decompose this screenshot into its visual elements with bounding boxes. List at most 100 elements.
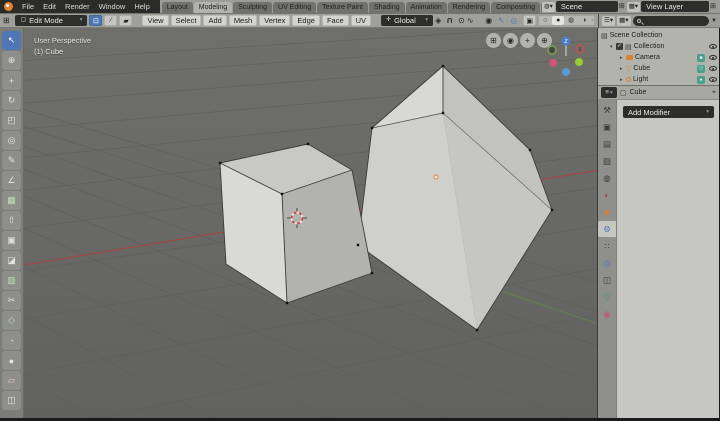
tab-material[interactable]: ◉ [598,306,616,322]
blender-logo-icon[interactable] [4,2,13,11]
tab-tool[interactable]: ⚒ [598,102,616,118]
tab-object[interactable]: ■ [598,204,616,220]
tool-annotate[interactable]: ✎ [2,151,21,170]
outliner-row-cube[interactable]: ▸ ▽ Cube ▽ [601,63,717,74]
pan-hand-icon[interactable]: + [520,33,535,48]
tab-compositing[interactable]: Compositing [491,2,540,13]
menu-add[interactable]: Add [203,15,226,26]
tool-rotate[interactable]: ↻ [2,91,21,110]
eye-icon[interactable] [709,77,717,82]
menu-edit[interactable]: Edit [39,0,60,13]
menu-uv[interactable]: UV [351,15,371,26]
tool-cursor[interactable]: ⊕ [2,51,21,70]
disclosure-icon[interactable]: ▸ [620,66,624,72]
tool-transform[interactable]: ◎ [2,131,21,150]
select-mode-edge-button[interactable]: ∕ [104,15,117,26]
menu-face[interactable]: Face [322,15,349,26]
tab-layout[interactable]: Layout [162,2,193,13]
tool-smooth[interactable]: ● [2,351,21,370]
tab-particles[interactable]: ∷ [598,238,616,254]
tab-modifiers[interactable]: ⚙ [598,221,616,237]
shading-dropdown-icon[interactable]: ▾ [591,18,594,24]
show-overlays-icon[interactable]: ◎▾ [510,16,521,25]
tool-shear[interactable]: ▱ [2,371,21,390]
tool-move[interactable]: + [2,71,21,90]
scene-selector[interactable]: Scene [556,1,618,12]
shading-wireframe-icon[interactable]: ○ [539,16,551,25]
tab-object-data[interactable]: ▽ [598,289,616,305]
properties-editor-type-icon[interactable]: ≡▾ [601,87,617,98]
eye-icon[interactable] [709,55,717,60]
perspective-toggle-icon[interactable]: ⊞ [486,33,501,48]
menu-edge[interactable]: Edge [292,15,320,26]
pin-icon[interactable]: ⌖ [712,89,716,97]
menu-window[interactable]: Window [95,0,130,13]
select-mode-vertex-button[interactable]: ⊡ [89,15,102,26]
outliner-row-scene-collection[interactable]: ▤ Scene Collection [601,30,717,41]
tab-scene[interactable]: ◍ [598,170,616,186]
mesh-data-icon[interactable]: ▽ [697,65,705,73]
tool-inset-faces[interactable]: ▣ [2,231,21,250]
tab-physics[interactable]: ◎ [598,255,616,271]
tab-world[interactable]: ◐ [598,187,616,203]
tool-rip-region[interactable]: ◫ [2,391,21,410]
shading-rendered-icon[interactable]: ◑ [578,16,590,25]
tab-constraints[interactable]: ◫ [598,272,616,288]
add-modifier-button[interactable]: Add Modifier ▾ [623,106,714,118]
light-data-icon[interactable]: ● [697,76,705,84]
menu-select[interactable]: Select [171,15,202,26]
transform-orientation-selector[interactable]: ✛ Global ▾ [381,15,433,26]
shading-material-icon[interactable]: ◍ [565,16,577,25]
tab-texture-paint[interactable]: Texture Paint [317,2,368,13]
tab-output[interactable]: ▤ [598,136,616,152]
tab-uv-editing[interactable]: UV Editing [273,2,316,13]
tool-measure[interactable]: ∠ [2,171,21,190]
eye-icon[interactable] [709,66,717,71]
disclosure-icon[interactable]: ▸ [620,55,624,61]
tab-sculpting[interactable]: Sculpting [233,2,272,13]
cube-right[interactable] [358,66,552,330]
menu-render[interactable]: Render [61,0,94,13]
tool-poly-build[interactable]: ◇ [2,311,21,330]
new-view-layer-icon[interactable]: ⊞ [710,2,716,12]
menu-vertex[interactable]: Vertex [259,15,290,26]
snap-magnet-icon[interactable]: U▾ [447,16,456,25]
outliner-row-camera[interactable]: ▸ Camera ■ [601,52,717,63]
tab-view-layer[interactable]: ▧ [598,153,616,169]
object-visibility-icon[interactable]: ◉▾ [485,16,496,25]
disclosure-icon[interactable]: ▾ [610,44,614,50]
camera-data-icon[interactable]: ■ [697,54,705,62]
tool-knife[interactable]: ✂ [2,291,21,310]
tool-loop-cut[interactable]: ▥ [2,271,21,290]
new-scene-icon[interactable]: ⊞ [619,2,625,12]
tab-shading[interactable]: Shading [369,2,405,13]
outliner-funnel-icon[interactable]: ▼ [711,18,717,24]
outliner-search-input[interactable] [633,16,710,26]
shading-solid-icon[interactable]: ● [552,16,564,25]
tool-select-box[interactable]: ↖ [2,31,21,50]
menu-help[interactable]: Help [130,0,153,13]
editor-type-icon[interactable]: ⊞▾ [3,16,13,25]
view-layer-selector[interactable]: View Layer [641,1,709,12]
mode-selector[interactable]: ▢ Edit Mode ▾ [15,15,87,26]
tool-add-cube[interactable]: ▦ [2,191,21,210]
camera-view-icon[interactable]: ◉ [503,33,518,48]
tab-render[interactable]: ▣ [598,119,616,135]
disclosure-icon[interactable]: ▸ [620,77,624,83]
select-mode-face-button[interactable]: ▰ [119,15,132,26]
outliner-filter-icon[interactable]: ☰▾ [602,16,615,26]
proportional-falloff-icon[interactable]: ∿▾ [467,16,477,25]
viewport-3d[interactable]: Z Y X ↖ ⊕ + ↻ ◰ ◎ ✎ ∠ [0,28,598,418]
show-gizmo-icon[interactable]: ↖▾ [498,16,508,25]
navigation-gizmo[interactable]: Z Y X [548,37,584,77]
tab-rendering[interactable]: Rendering [448,2,490,13]
tool-bevel[interactable]: ◪ [2,251,21,270]
outliner-display-mode-icon[interactable]: ▦▾ [617,16,630,26]
view-layer-browse-icon[interactable]: ▦▾ [627,2,640,12]
toggle-xray-icon[interactable]: ▣ [523,15,536,26]
menu-mesh[interactable]: Mesh [229,15,257,26]
collection-checkbox[interactable]: ✓ [616,43,623,50]
outliner-row-light[interactable]: ▸ Light ● [601,74,717,85]
gizmo-x-neg-ball[interactable] [549,59,557,67]
menu-file[interactable]: File [18,0,38,13]
